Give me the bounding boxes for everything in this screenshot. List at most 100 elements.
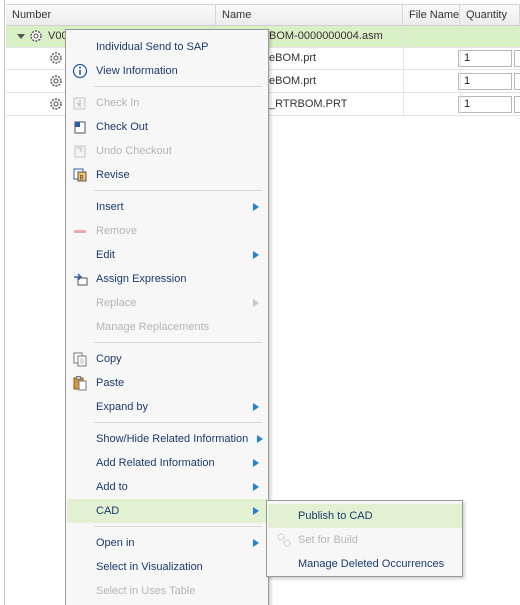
- set-for-build-icon: [277, 533, 291, 547]
- check-in-icon: [73, 97, 86, 110]
- menu-item-show-hide-related-information[interactable]: Show/Hide Related Information: [67, 427, 267, 451]
- submenu-arrow-icon: [253, 507, 259, 515]
- menu-item-label: Select in Uses Table: [96, 585, 196, 597]
- menu-separator: [94, 422, 262, 423]
- menu-item-label: Show/Hide Related Information: [96, 433, 249, 445]
- part-structure-icon: [30, 30, 42, 42]
- check-out-icon: [74, 121, 86, 134]
- menu-item-assign-expression[interactable]: Assign Expression: [67, 267, 267, 291]
- menu-item-remove[interactable]: Remove: [67, 219, 267, 243]
- menu-item-label: Remove: [96, 225, 137, 237]
- submenu-arrow-icon: [253, 403, 259, 411]
- menu-item-revise[interactable]: B Revise: [67, 163, 267, 187]
- left-border: [4, 0, 5, 605]
- svg-text:B: B: [80, 176, 84, 182]
- cell-name: BOM-0000000004.asm: [269, 30, 383, 42]
- menu-item-label: Add Related Information: [96, 457, 215, 469]
- app-frame: Number Name File Name Quantity V00 BOM-0…: [0, 0, 520, 605]
- menu-item-expand-by[interactable]: Expand by: [67, 395, 267, 419]
- menu-item-publish-to-cad[interactable]: Publish to CAD: [268, 504, 462, 528]
- info-icon: [72, 63, 88, 79]
- cell-name: eBOM.prt: [269, 52, 317, 64]
- menu-item-label: Open in: [96, 537, 135, 549]
- menu-item-replace[interactable]: Replace: [67, 291, 267, 315]
- menu-item-label: Edit: [96, 249, 115, 261]
- menu-item-insert[interactable]: Insert: [67, 195, 267, 219]
- menu-item-set-for-build[interactable]: Set for Build: [268, 528, 462, 552]
- menu-item-paste[interactable]: Paste: [67, 371, 267, 395]
- menu-item-select-in-visualization[interactable]: Select in Visualization: [67, 555, 267, 579]
- menu-item-edit[interactable]: Edit: [67, 243, 267, 267]
- part-icon: [50, 98, 62, 110]
- submenu-arrow-icon: [253, 539, 259, 547]
- menu-item-add-related-information[interactable]: Add Related Information: [67, 451, 267, 475]
- submenu-arrow-icon: [253, 483, 259, 491]
- paste-icon: [73, 376, 87, 391]
- menu-item-label: Set for Build: [298, 534, 358, 546]
- column-divider: [403, 26, 404, 116]
- submenu-arrow-icon: [253, 203, 259, 211]
- menu-item-label: Check Out: [96, 121, 148, 133]
- menu-item-manage-replacements[interactable]: Manage Replacements: [67, 315, 267, 339]
- cad-submenu: Publish to CAD Set for Build Manage Dele…: [266, 500, 463, 577]
- unit-dropdown[interactable]: [514, 73, 520, 90]
- menu-item-label: CAD: [96, 505, 120, 517]
- menu-item-undo-checkout[interactable]: Undo Checkout: [67, 139, 267, 163]
- menu-item-select-in-uses-table[interactable]: Select in Uses Table: [67, 579, 267, 603]
- quantity-input[interactable]: 1: [458, 50, 512, 67]
- undo-checkout-icon: [74, 145, 86, 158]
- menu-item-copy[interactable]: Copy: [67, 347, 267, 371]
- quantity-input[interactable]: 1: [458, 73, 512, 90]
- column-header-quantity[interactable]: Quantity: [460, 5, 520, 25]
- menu-item-label: Manage Deleted Occurrences: [298, 558, 445, 570]
- menu-item-label: Copy: [96, 353, 122, 365]
- cell-name: eBOM.prt: [269, 75, 317, 87]
- column-header-number[interactable]: Number: [6, 5, 216, 25]
- quantity-input[interactable]: 1: [458, 96, 512, 113]
- cell-name: _RTRBOM.PRT: [269, 98, 348, 110]
- submenu-arrow-icon: [253, 251, 259, 259]
- revise-icon: B: [73, 168, 87, 182]
- unit-dropdown[interactable]: [514, 96, 520, 113]
- menu-item-label: Select in Visualization: [96, 561, 203, 573]
- copy-icon: [73, 352, 87, 367]
- submenu-arrow-icon: [257, 435, 263, 443]
- menu-separator: [94, 86, 262, 87]
- menu-item-cad[interactable]: CAD: [67, 499, 267, 523]
- menu-separator: [94, 190, 262, 191]
- menu-item-open-in[interactable]: Open in: [67, 531, 267, 555]
- assign-expression-icon: [74, 273, 88, 286]
- unit-dropdown[interactable]: [514, 50, 520, 67]
- menu-separator: [94, 342, 262, 343]
- column-header-file-name[interactable]: File Name: [403, 5, 460, 25]
- part-icon: [50, 75, 62, 87]
- menu-item-label: Insert: [96, 201, 124, 213]
- menu-item-label: Assign Expression: [96, 273, 187, 285]
- menu-item-label: Check In: [96, 97, 140, 109]
- menu-item-check-out[interactable]: Check Out: [67, 115, 267, 139]
- menu-item-label: Paste: [96, 377, 125, 389]
- context-menu: Individual Send to SAP View Information …: [65, 29, 269, 605]
- menu-item-individual-send-to-sap[interactable]: Individual Send to SAP: [67, 35, 267, 59]
- menu-item-label: Individual Send to SAP: [96, 41, 209, 53]
- table-header: Number Name File Name Quantity: [6, 4, 520, 26]
- menu-item-label: Undo Checkout: [96, 145, 172, 157]
- menu-separator: [94, 526, 262, 527]
- menu-item-label: Publish to CAD: [298, 510, 373, 522]
- menu-item-label: Replace: [96, 297, 137, 309]
- menu-item-manage-deleted-occurrences[interactable]: Manage Deleted Occurrences: [268, 552, 462, 576]
- column-divider: [460, 48, 461, 116]
- menu-item-check-in[interactable]: Check In: [67, 91, 267, 115]
- menu-item-add-to[interactable]: Add to: [67, 475, 267, 499]
- menu-item-label: Revise: [96, 169, 130, 181]
- menu-item-label: View Information: [96, 65, 178, 77]
- menu-item-view-information[interactable]: View Information: [67, 59, 267, 83]
- collapse-toggle-icon[interactable]: [17, 34, 25, 39]
- menu-item-label: Add to: [96, 481, 128, 493]
- column-header-name[interactable]: Name: [216, 5, 403, 25]
- part-icon: [50, 52, 62, 64]
- submenu-arrow-icon: [253, 299, 259, 307]
- remove-icon: [74, 230, 86, 233]
- menu-item-label: Expand by: [96, 401, 148, 413]
- menu-item-label: Manage Replacements: [96, 321, 210, 333]
